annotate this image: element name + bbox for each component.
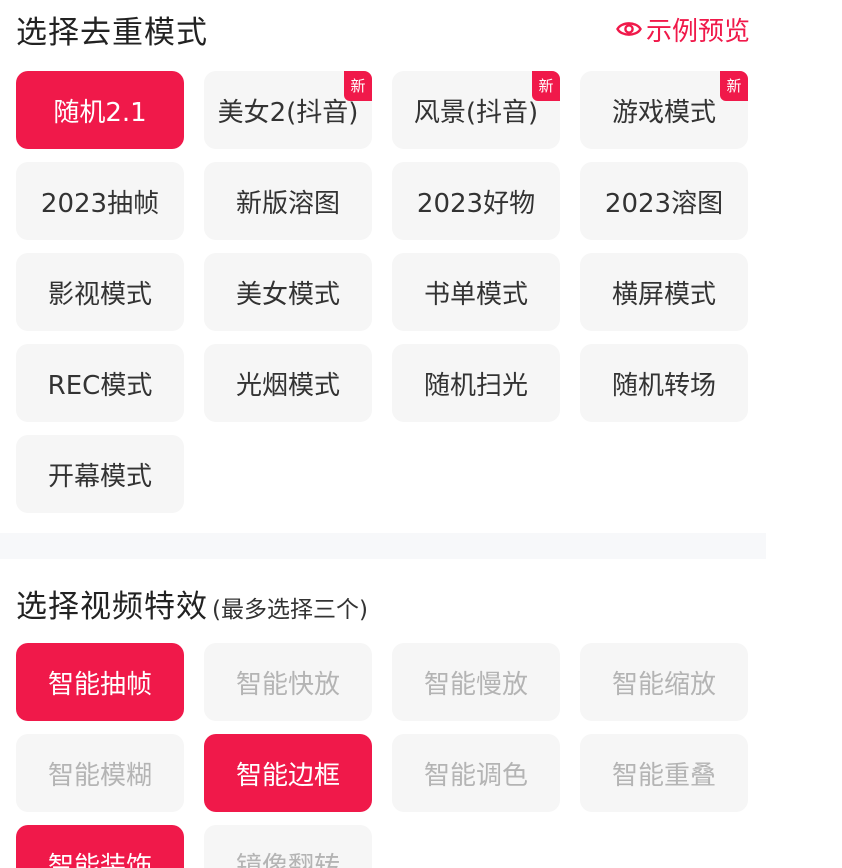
effect-chip-label: 智能快放	[235, 669, 340, 700]
eye-icon	[616, 22, 642, 36]
dedupe-mode-chip[interactable]: 美女模式	[204, 253, 372, 331]
effect-chip-label: 智能抽帧	[47, 669, 152, 700]
dedupe-mode-chip-label: 2023好物	[416, 188, 536, 219]
effect-chip[interactable]: 镜像翻转	[204, 825, 372, 868]
preview-link[interactable]: 示例预览	[616, 11, 750, 48]
dedupe-mode-chip[interactable]: 2023好物	[392, 162, 560, 240]
effect-chip[interactable]: 智能缩放	[580, 643, 748, 721]
dedupe-mode-chip-label: 影视模式	[47, 279, 152, 310]
dedupe-mode-chip[interactable]: 随机转场	[580, 344, 748, 422]
effects-grid: 智能抽帧 智能快放 智能慢放 智能缩放智能模糊 智能边框 智能调色 智能重叠智能装饰 镜像翻转	[16, 643, 748, 868]
dedupe-mode-chip[interactable]: REC模式	[16, 344, 184, 422]
effect-chip-label: 智能重叠	[611, 760, 716, 791]
dedupe-mode-chip-label: 美女2(抖音)	[217, 97, 359, 128]
dedupe-mode-chip[interactable]: 光烟模式	[204, 344, 372, 422]
dedupe-mode-chip-label: 随机转场	[611, 370, 716, 401]
dedupe-mode-chip-label: 美女模式	[235, 279, 340, 310]
effect-chip[interactable]: 智能抽帧	[16, 643, 184, 721]
dedupe-mode-chip-label: 书单模式	[423, 279, 528, 310]
new-badge: 新	[532, 71, 560, 101]
dedupe-header: 选择去重模式 示例预览	[16, 8, 750, 51]
effects-section-title: 选择视频特效 (最多选择三个)	[16, 581, 368, 626]
dedupe-mode-chip-label: 光烟模式	[235, 370, 340, 401]
effect-chip[interactable]: 智能调色	[392, 734, 560, 812]
effect-chip-label: 智能边框	[235, 760, 340, 791]
effect-chip-label: 智能装饰	[47, 851, 152, 868]
dedupe-mode-chip[interactable]: 横屏模式	[580, 253, 748, 331]
effect-chip[interactable]: 智能模糊	[16, 734, 184, 812]
dedupe-mode-chip[interactable]: 风景(抖音) 新	[392, 71, 560, 149]
effects-header: 选择视频特效 (最多选择三个)	[16, 581, 750, 626]
effect-chip[interactable]: 智能边框	[204, 734, 372, 812]
effect-chip-label: 智能慢放	[423, 669, 528, 700]
dedupe-mode-chip[interactable]: 2023抽帧	[16, 162, 184, 240]
screen: 选择去重模式 示例预览 随机2.1 美女2(抖音) 新风景(抖音) 新游戏模式新 202…	[0, 0, 842, 868]
effect-chip[interactable]: 智能快放	[204, 643, 372, 721]
dedupe-mode-chip[interactable]: 新版溶图	[204, 162, 372, 240]
effect-chip[interactable]: 智能慢放	[392, 643, 560, 721]
section-divider	[0, 533, 766, 559]
new-badge: 新	[344, 71, 372, 101]
dedupe-mode-grid: 随机2.1 美女2(抖音) 新风景(抖音) 新游戏模式新 2023抽帧 新版溶图 2023好…	[16, 71, 748, 513]
dedupe-mode-chip[interactable]: 随机2.1	[16, 71, 184, 149]
effects-subtitle: (最多选择三个)	[212, 596, 368, 623]
dedupe-mode-chip[interactable]: 游戏模式新	[580, 71, 748, 149]
effect-chip-label: 智能模糊	[47, 760, 152, 791]
dedupe-section-title: 选择去重模式	[16, 14, 208, 51]
preview-link-label: 示例预览	[645, 16, 750, 47]
effect-chip-label: 智能缩放	[611, 669, 716, 700]
effect-chip-label: 镜像翻转	[235, 851, 340, 868]
dedupe-mode-chip-label: 风景(抖音)	[413, 97, 539, 128]
dedupe-mode-chip-label: 横屏模式	[611, 279, 716, 310]
effect-chip[interactable]: 智能装饰	[16, 825, 184, 868]
dedupe-mode-chip-label: 随机2.1	[53, 97, 147, 128]
effect-chip[interactable]: 智能重叠	[580, 734, 748, 812]
dedupe-mode-chip-label: 游戏模式	[611, 97, 716, 128]
effects-title: 选择视频特效	[16, 588, 208, 625]
dedupe-mode-chip-label: 开幕模式	[47, 461, 152, 492]
dedupe-mode-chip[interactable]: 书单模式	[392, 253, 560, 331]
dedupe-mode-chip[interactable]: 开幕模式	[16, 435, 184, 513]
dedupe-mode-chip[interactable]: 影视模式	[16, 253, 184, 331]
dedupe-mode-chip-label: 2023溶图	[604, 188, 724, 219]
dedupe-mode-chip-label: REC模式	[47, 370, 153, 401]
dedupe-mode-chip-label: 2023抽帧	[40, 188, 160, 219]
new-badge: 新	[720, 71, 748, 101]
dedupe-mode-chip-label: 新版溶图	[235, 188, 340, 219]
dedupe-mode-chip-label: 随机扫光	[423, 370, 528, 401]
effect-chip-label: 智能调色	[423, 760, 528, 791]
dedupe-mode-chip[interactable]: 美女2(抖音) 新	[204, 71, 372, 149]
dedupe-mode-chip[interactable]: 随机扫光	[392, 344, 560, 422]
dedupe-mode-chip[interactable]: 2023溶图	[580, 162, 748, 240]
